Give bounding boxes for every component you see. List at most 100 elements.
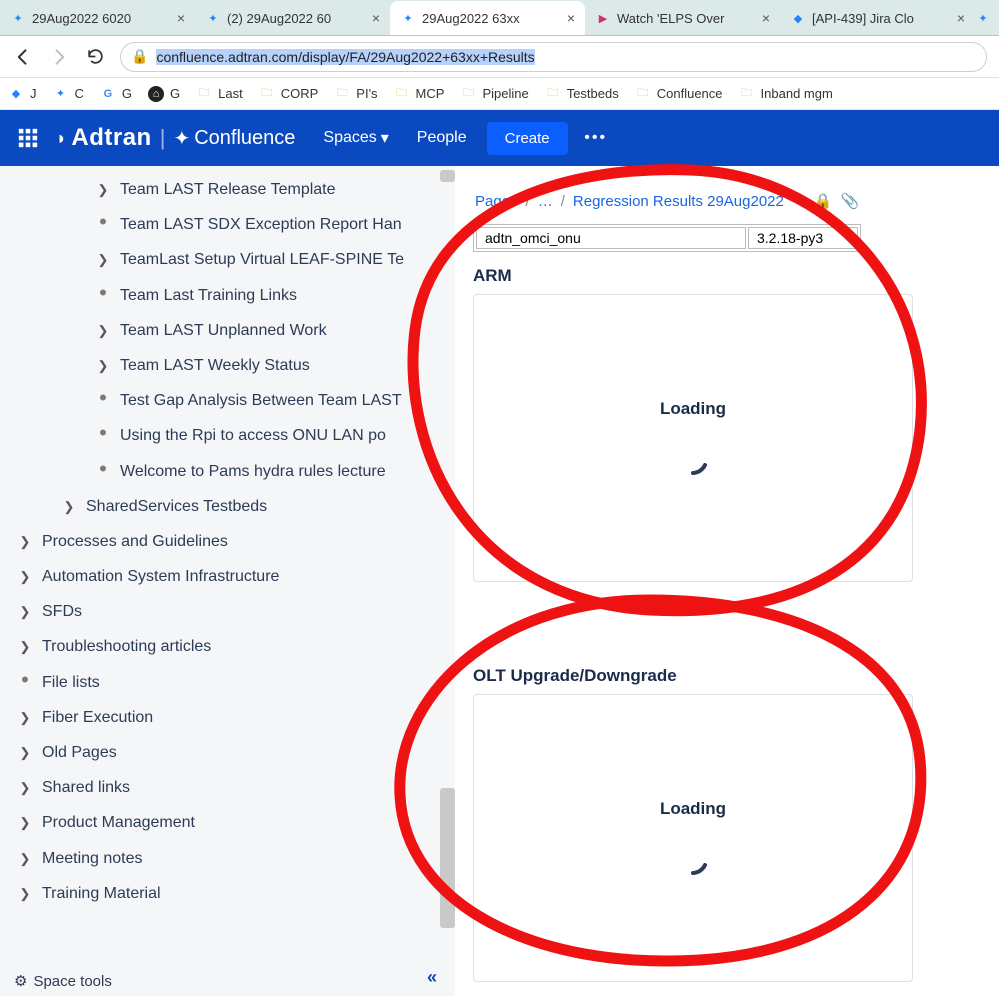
google-icon: G bbox=[100, 86, 116, 102]
attachments-icon[interactable]: 📎 bbox=[841, 192, 860, 210]
app-switcher-button[interactable] bbox=[0, 110, 56, 166]
bookmark-folder[interactable]: 🗀Inband mgm bbox=[739, 86, 833, 102]
bookmark-item[interactable]: ⌂G bbox=[148, 86, 180, 102]
tree-item[interactable]: ❯Team LAST Release Template bbox=[0, 172, 455, 207]
bookmark-item[interactable]: ◆J bbox=[8, 86, 37, 102]
close-icon[interactable]: × bbox=[957, 10, 965, 26]
confluence-icon: ✦ bbox=[10, 10, 26, 26]
tree-item[interactable]: ❯Product Management bbox=[0, 805, 455, 840]
chevron-right-icon: ❯ bbox=[60, 495, 78, 518]
loading-panel-olt: Loading bbox=[473, 694, 913, 982]
breadcrumb-current[interactable]: Regression Results 29Aug2022 bbox=[573, 193, 784, 210]
bookmark-label: Testbeds bbox=[567, 86, 619, 101]
browser-tab-overflow[interactable]: ✦ bbox=[975, 1, 995, 35]
confluence-logo[interactable]: ✦ Confluence bbox=[173, 126, 295, 151]
scrollbar-thumb[interactable] bbox=[440, 788, 455, 928]
bookmark-item[interactable]: GG bbox=[100, 86, 132, 102]
close-icon[interactable]: × bbox=[567, 10, 575, 26]
reload-button[interactable] bbox=[84, 46, 106, 68]
ellipsis-icon: ••• bbox=[584, 129, 607, 147]
tree-item[interactable]: ❯Processes and Guidelines bbox=[0, 524, 455, 559]
tree-item[interactable]: •Test Gap Analysis Between Team LAST bbox=[0, 383, 455, 418]
gear-icon: ⚙ bbox=[14, 972, 27, 990]
breadcrumb-ellipsis[interactable]: … bbox=[538, 193, 553, 210]
spinner-icon bbox=[675, 441, 711, 477]
browser-tab[interactable]: ✦ 29Aug2022 6020 × bbox=[0, 1, 195, 35]
bookmark-folder[interactable]: 🗀PI's bbox=[334, 86, 377, 102]
restrictions-icon[interactable]: 🔒 bbox=[814, 192, 833, 210]
loading-panel-arm: Loading bbox=[473, 294, 913, 582]
space-tools-button[interactable]: ⚙ Space tools bbox=[14, 972, 112, 990]
scrollbar-thumb[interactable] bbox=[440, 170, 455, 182]
browser-tab[interactable]: ✦ (2) 29Aug2022 60 × bbox=[195, 1, 390, 35]
bookmark-folder[interactable]: 🗀Last bbox=[196, 86, 243, 102]
tree-item-label: Meeting notes bbox=[34, 847, 143, 870]
confluence-icon: ✦ bbox=[205, 10, 221, 26]
section-heading-olt: OLT Upgrade/Downgrade bbox=[473, 666, 677, 686]
adtran-logo[interactable]: ◗ Adtran bbox=[56, 124, 152, 152]
bookmark-label: MCP bbox=[416, 86, 445, 101]
tree-item[interactable]: •Welcome to Pams hydra rules lecture bbox=[0, 454, 455, 489]
browser-tab-active[interactable]: ✦ 29Aug2022 63xx × bbox=[390, 1, 585, 35]
tree-item[interactable]: ❯Team LAST Unplanned Work bbox=[0, 313, 455, 348]
logo-text: Adtran bbox=[71, 124, 151, 152]
browser-tab[interactable]: ◆ [API-439] Jira Clo × bbox=[780, 1, 975, 35]
bookmark-folder[interactable]: 🗀 Confluence bbox=[635, 86, 723, 102]
tree-item[interactable]: ❯Fiber Execution bbox=[0, 700, 455, 735]
bookmark-label: G bbox=[170, 86, 180, 101]
tree-item[interactable]: •File lists bbox=[0, 665, 455, 700]
tree-item[interactable]: ❯Automation System Infrastructure bbox=[0, 559, 455, 594]
nav-spaces[interactable]: Spaces ▾ bbox=[309, 110, 402, 166]
back-button[interactable] bbox=[12, 46, 34, 68]
bookmark-folder[interactable]: 🗀CORP bbox=[259, 86, 319, 102]
table-cell: 3.2.18-py3 bbox=[748, 227, 858, 249]
tree-item[interactable]: ❯SharedServices Testbeds bbox=[0, 489, 455, 524]
nav-people[interactable]: People bbox=[403, 110, 481, 166]
breadcrumb-root[interactable]: Pages bbox=[475, 193, 518, 210]
close-icon[interactable]: × bbox=[762, 10, 770, 26]
bookmark-item[interactable]: ✦C bbox=[53, 86, 84, 102]
tree-item[interactable]: ❯Team LAST Weekly Status bbox=[0, 348, 455, 383]
tree-item[interactable]: ❯TeamLast Setup Virtual LEAF-SPINE Te bbox=[0, 242, 455, 277]
more-button[interactable]: ••• bbox=[576, 120, 616, 156]
bookmark-folder[interactable]: 🗀Pipeline bbox=[460, 86, 528, 102]
tree-item-label: Team LAST Release Template bbox=[112, 178, 336, 201]
forward-button[interactable] bbox=[48, 46, 70, 68]
tree-item[interactable]: •Using the Rpi to access ONU LAN po bbox=[0, 418, 455, 453]
browser-tab[interactable]: ▶ Watch 'ELPS Over × bbox=[585, 1, 780, 35]
tree-item[interactable]: •Team LAST SDX Exception Report Han bbox=[0, 207, 455, 242]
address-bar[interactable]: 🔒 confluence.adtran.com/display/FA/29Aug… bbox=[120, 42, 987, 72]
bookmark-label: PI's bbox=[356, 86, 377, 101]
close-icon[interactable]: × bbox=[372, 10, 380, 26]
tab-title: [API-439] Jira Clo bbox=[812, 11, 914, 26]
loading-label: Loading bbox=[660, 399, 726, 419]
spinner-icon bbox=[675, 841, 711, 877]
folder-icon: 🗀 bbox=[635, 86, 651, 102]
bookmark-label: Confluence bbox=[657, 86, 723, 101]
tree-item-label: Team Last Training Links bbox=[112, 284, 297, 307]
browser-tab-strip: ✦ 29Aug2022 6020 × ✦ (2) 29Aug2022 60 × … bbox=[0, 0, 999, 36]
tab-title: (2) 29Aug2022 60 bbox=[227, 11, 331, 26]
tree-item[interactable]: ❯Shared links bbox=[0, 770, 455, 805]
chevron-right-icon: ❯ bbox=[16, 530, 34, 553]
bookmark-label: CORP bbox=[281, 86, 319, 101]
bookmark-folder[interactable]: 🗀Testbeds bbox=[545, 86, 619, 102]
tree-item-label: TeamLast Setup Virtual LEAF-SPINE Te bbox=[112, 248, 404, 271]
content-row: ❯Team LAST Release Template•Team LAST SD… bbox=[0, 166, 999, 996]
tree-item[interactable]: ❯Meeting notes bbox=[0, 841, 455, 876]
bullet-icon: • bbox=[94, 424, 112, 447]
section-heading-arm: ARM bbox=[473, 266, 512, 286]
tree-item[interactable]: ❯Old Pages bbox=[0, 735, 455, 770]
tree-item[interactable]: •Team Last Training Links bbox=[0, 278, 455, 313]
bookmark-folder[interactable]: 🗀 MCP bbox=[394, 86, 445, 102]
create-button[interactable]: Create bbox=[487, 122, 568, 155]
collapse-sidebar-button[interactable]: « bbox=[427, 967, 437, 988]
tree-item[interactable]: ❯SFDs bbox=[0, 594, 455, 629]
chevron-right-icon: ❯ bbox=[16, 706, 34, 729]
close-icon[interactable]: × bbox=[177, 10, 185, 26]
tree-item[interactable]: ❯Training Material bbox=[0, 876, 455, 911]
tree-item[interactable]: ❯Troubleshooting articles bbox=[0, 629, 455, 664]
tab-title: Watch 'ELPS Over bbox=[617, 11, 724, 26]
folder-icon: 🗀 bbox=[394, 86, 410, 102]
tree-item-label: File lists bbox=[34, 671, 100, 694]
